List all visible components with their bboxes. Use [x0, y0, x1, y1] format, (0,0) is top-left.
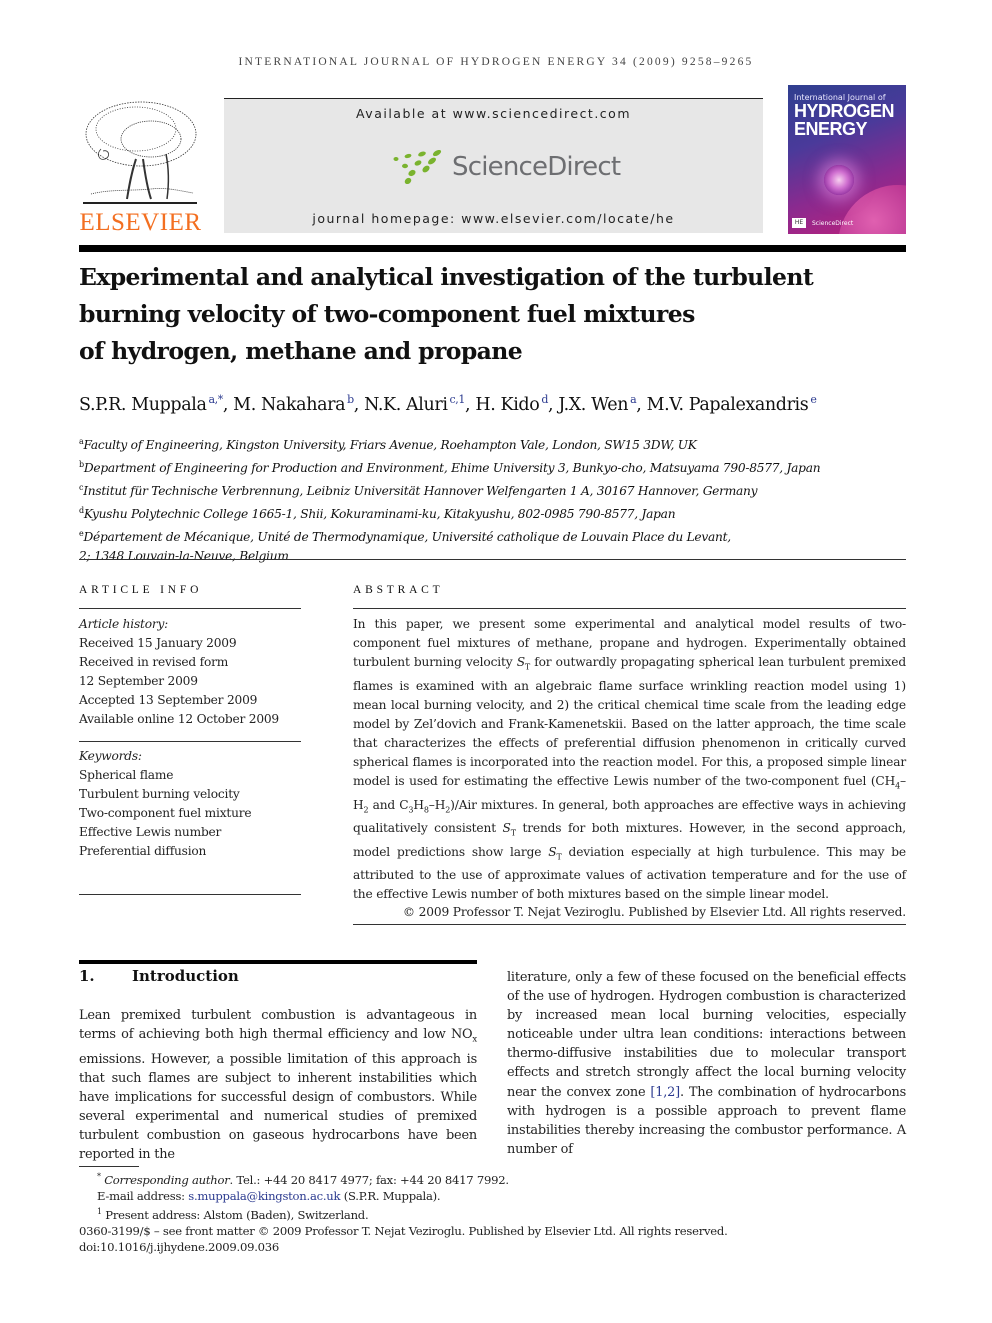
history-item: Accepted 13 September 2009 [79, 693, 258, 707]
abstract-body: In this paper, we present some experimen… [353, 617, 907, 902]
sciencedirect-dots-icon [393, 150, 442, 184]
cover-sciencedirect-mark: ScienceDirect [812, 220, 854, 227]
article-title: Experimental and analytical investigatio… [79, 259, 909, 370]
introduction-column-left: Lean premixed turbulent combustion is ad… [79, 1008, 477, 1163]
title-line: of hydrogen, methane and propane [79, 337, 523, 365]
section-title: Introduction [132, 967, 239, 985]
author-affiliation-link[interactable]: a,* [208, 393, 223, 406]
email-link[interactable]: s.muppala@kingston.ac.uk [188, 1189, 340, 1203]
keyword-item: Effective Lewis number [79, 825, 222, 839]
abstract-rule [353, 608, 906, 609]
article-history: Article history: Received 15 January 200… [79, 615, 301, 729]
affiliation-text: Département de Mécanique, Unité de Therm… [83, 530, 731, 544]
history-item: Received 15 January 2009 [79, 636, 237, 650]
cover-orb-graphic [824, 165, 854, 195]
author-name: S.P.R. Muppala [79, 395, 207, 415]
affiliation-item: 2; 1348 Louvain-la-Neuve, Belgium [79, 547, 919, 566]
article-info-bottom-rule [79, 894, 301, 895]
keyword-item: Preferential diffusion [79, 844, 207, 858]
cover-title-line-energy: ENERGY [794, 119, 868, 139]
footnotes: * Corresponding author. Tel.: +44 20 841… [79, 1169, 839, 1255]
title-line: burning velocity of two-component fuel m… [79, 300, 695, 328]
affiliation-list: aFaculty of Engineering, Kingston Univer… [79, 432, 919, 566]
author-name: N.K. Aluri [364, 395, 448, 415]
title-line: Experimental and analytical investigatio… [79, 263, 814, 291]
article-history-label: Article history: [79, 617, 169, 631]
affiliation-item: cInstitut für Technische Verbrennung, Le… [79, 478, 919, 501]
affiliation-item: bDepartment of Engineering for Productio… [79, 455, 919, 478]
footnote-rule [79, 1166, 139, 1167]
keyword-item: Turbulent burning velocity [79, 787, 240, 801]
affiliation-item: eDépartement de Mécanique, Unité de Ther… [79, 524, 919, 547]
keyword-item: Two-component fuel mixture [79, 806, 252, 820]
running-head: INTERNATIONAL JOURNAL OF HYDROGEN ENERGY… [0, 56, 992, 68]
author-affiliation-link[interactable]: a [630, 393, 637, 406]
affiliation-item: aFaculty of Engineering, Kingston Univer… [79, 432, 919, 455]
keywords-list: Keywords: Spherical flame Turbulent burn… [79, 747, 301, 861]
author-name: H. Kido [475, 395, 540, 415]
author-affiliation-link[interactable]: b [347, 393, 354, 406]
running-head-text: INTERNATIONAL JOURNAL OF HYDROGEN ENERGY… [238, 56, 754, 68]
section-number: 1. [79, 967, 95, 985]
cover-title-line-hydrogen: HYDROGEN [794, 101, 895, 121]
article-info-panel: ARTICLE INFO Article history: Received 1… [79, 584, 301, 895]
keyword-item: Spherical flame [79, 768, 174, 782]
author-list: S.P.R. Muppala a,*, M. Nakahara b, N.K. Al… [79, 393, 817, 415]
affiliation-text: Faculty of Engineering, Kingston Univers… [83, 438, 697, 452]
abstract-copyright: © 2009 Professor T. Nejat Veziroglu. Pub… [402, 904, 906, 919]
author-affiliation-link[interactable]: c,1 [450, 393, 466, 406]
sciencedirect-logo-text: ScienceDirect [452, 152, 621, 182]
introduction-column-right: literature, only a few of these focused … [507, 970, 907, 1157]
keywords-label: Keywords: [79, 749, 142, 763]
abstract-heading: ABSTRACT [353, 584, 444, 596]
abstract-panel: ABSTRACT In this paper, we present some … [353, 584, 906, 925]
history-item: 12 September 2009 [79, 674, 198, 688]
masthead-divider [79, 245, 906, 252]
front-matter-line: 0360-3199/$ – see front matter © 2009 Pr… [79, 1223, 728, 1238]
available-at-link[interactable]: Available at www.sciencedirect.com [224, 106, 763, 121]
author-affiliation-link[interactable]: e [810, 393, 817, 406]
affiliation-text: Department of Engineering for Production… [83, 461, 821, 475]
doi-line[interactable]: doi:10.1016/j.ijhydene.2009.09.036 [79, 1239, 839, 1255]
corresponding-author-note: * Corresponding author. Tel.: +44 20 841… [97, 1172, 509, 1187]
introduction-heading: 1. Introduction [79, 967, 239, 985]
elsevier-logo[interactable]: ELSEVIER [79, 97, 202, 237]
article-info-heading: ARTICLE INFO [79, 584, 203, 596]
history-item: Available online 12 October 2009 [79, 712, 279, 726]
author-name: M. Nakahara [233, 395, 346, 415]
sciencedirect-logo[interactable]: ScienceDirect [392, 148, 621, 186]
email-note: E-mail address: s.muppala@kingston.ac.uk… [97, 1188, 441, 1203]
keywords-rule [79, 741, 301, 742]
affiliation-text: Institut für Technische Verbrennung, Lei… [83, 484, 758, 498]
elsevier-tree-icon [83, 101, 197, 204]
affiliations-divider [79, 559, 906, 560]
cover-he-badge: HE [792, 218, 806, 228]
history-item: Received in revised form [79, 655, 229, 669]
sciencedirect-banner: Available at www.sciencedirect.com Scien… [224, 99, 763, 233]
journal-homepage-link[interactable]: journal homepage: www.elsevier.com/locat… [224, 211, 763, 226]
present-address-note: 1 Present address: Alstom (Baden), Switz… [97, 1206, 369, 1222]
affiliation-item: dKyushu Polytechnic College 1665-1, Shii… [79, 501, 919, 524]
affiliation-text: Kyushu Polytechnic College 1665-1, Shii,… [83, 507, 676, 521]
abstract-bottom-rule [353, 923, 906, 925]
author-affiliation-link[interactable]: d [541, 393, 548, 406]
introduction-rule [79, 960, 477, 964]
elsevier-wordmark: ELSEVIER [79, 209, 202, 236]
affiliation-text: 2; 1348 Louvain-la-Neuve, Belgium [79, 549, 289, 563]
author-name: M.V. Papalexandris [646, 395, 809, 415]
author-name: J.X. Wen [558, 395, 629, 415]
cover-journal-title: HYDROGEN ENERGY [794, 101, 895, 139]
journal-cover-thumbnail[interactable]: International Journal of HYDROGEN ENERGY… [788, 85, 906, 234]
citation-link[interactable]: [1,2] [650, 1085, 680, 1100]
article-info-rule [79, 608, 301, 609]
